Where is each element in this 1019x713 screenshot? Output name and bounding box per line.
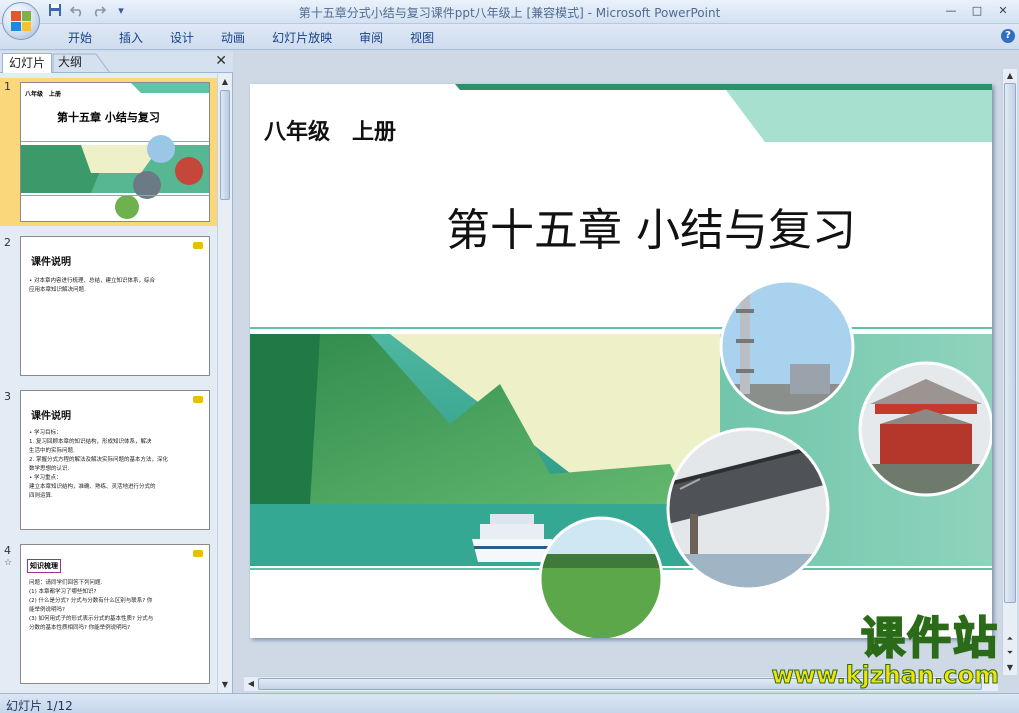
thumbnail-row[interactable]: 1 八年级 上册 第十五章 小结与复习 <box>0 78 218 226</box>
close-icon[interactable]: ✕ <box>991 2 1015 20</box>
current-slide[interactable]: 八年级 上册 第十五章 小结与复习 <box>250 84 992 638</box>
slides-pane: 幻灯片 大纲 ✕ 1 八年级 上册 第十五章 小结与复习 2 课件说明 • 对本… <box>0 51 233 693</box>
thumbnail-body: 问题：请同学们回答下列问题. (1) 本章都学习了哪些知识? (2) 什么是分式… <box>29 579 203 633</box>
slide-title[interactable]: 第十五章 小结与复习 <box>250 194 992 258</box>
slide-counter: 幻灯片 1/12 <box>6 699 73 713</box>
watermark-main: 课件站 <box>860 613 999 664</box>
slide-editor: 八年级 上册 第十五章 小结与复习 ▲ ⏶ ⏷ ▼ ◀ <box>236 51 1019 693</box>
thumbnail-title: 知识梳理 <box>27 559 61 573</box>
thumbnail-line: 能举例说明吗? <box>29 607 65 613</box>
thumbnail-title: 课件说明 <box>31 257 71 268</box>
thumbnail-row[interactable]: 3 课件说明 • 学习目标： 1. 复习回顾本章的知识结构，形成知识体系，解决 … <box>0 388 218 536</box>
thumbnail-row[interactable]: 2 课件说明 • 对本章内容进行梳理、总结，建立知识体系，综合 应用本章知识解决… <box>0 234 218 382</box>
pointer-icon <box>193 396 203 403</box>
thumbnail-row[interactable]: 4 ☆ 知识梳理 问题：请同学们回答下列问题. (1) 本章都学习了哪些知识? … <box>0 542 218 690</box>
thumbnail-line: • 学习目标： <box>29 430 62 436</box>
scroll-up-icon[interactable]: ▲ <box>219 76 231 88</box>
watermark: 课件站 www.kjzhan.com <box>771 613 999 689</box>
thumbnail-line: • 学习重点： <box>29 475 62 481</box>
thumbnail-slide-2[interactable]: 课件说明 • 对本章内容进行梳理、总结，建立知识体系，综合 应用本章知识解决问题… <box>20 236 210 376</box>
minimize-icon[interactable]: — <box>939 2 963 20</box>
thumbnail-body: • 学习目标： 1. 复习回顾本章的知识结构，形成知识体系，解决 生活中的实际问… <box>29 429 203 501</box>
thumbnail-line: 四则运算. <box>29 493 53 499</box>
scroll-down-icon[interactable]: ▼ <box>219 679 231 691</box>
office-logo-icon <box>11 11 31 31</box>
thumbnail-graphic <box>21 83 209 221</box>
thumbnail-line: 分数的基本性质相同吗? 你能举例说明吗? <box>29 625 131 631</box>
next-slide-icon[interactable]: ⏷ <box>1004 647 1016 659</box>
ribbon-tabs: 开始 插入 设计 动画 幻灯片放映 审阅 视图 <box>58 30 451 46</box>
thumbnail-line: 数学思想的认识. <box>29 466 70 472</box>
thumbnail-line: 建立本章知识结构，准确、熟练、灵活地进行分式的 <box>29 484 156 490</box>
thumbnail-number: 4 <box>4 544 11 557</box>
pointer-icon <box>193 550 203 557</box>
watermark-url: www.kjzhan.com <box>771 661 999 689</box>
thumbnail-line: (1) 本章都学习了哪些知识? <box>29 589 97 595</box>
thumbnail-title: 课件说明 <box>31 411 71 422</box>
outline-tab-shape <box>52 53 111 73</box>
tab-design[interactable]: 设计 <box>160 30 204 46</box>
tab-review[interactable]: 审阅 <box>349 30 393 46</box>
help-icon[interactable]: ? <box>1001 29 1015 43</box>
pane-tabs: 幻灯片 大纲 ✕ <box>0 51 233 73</box>
office-button[interactable] <box>2 2 40 40</box>
close-icon[interactable]: ✕ <box>215 53 227 69</box>
scroll-down-icon[interactable]: ▼ <box>1004 662 1016 674</box>
thumbnail-line: 应用本章知识解决问题. <box>29 287 86 293</box>
thumbnail-number: 2 <box>4 236 11 249</box>
slide-grade-label[interactable]: 八年级 上册 <box>264 114 396 146</box>
thumbnail-grade: 八年级 上册 <box>25 91 62 98</box>
window-title: 第十五章分式小结与复习课件ppt八年级上 [兼容模式] - Microsoft … <box>298 6 721 20</box>
thumbnail-number: 1 <box>4 80 11 93</box>
thumbnail-body: • 对本章内容进行梳理、总结，建立知识体系，综合 应用本章知识解决问题. <box>29 277 203 295</box>
animation-star-icon: ☆ <box>4 558 13 568</box>
window-controls: — □ ✕ <box>939 2 1015 20</box>
slide-scrollbar[interactable]: ▲ ⏶ ⏷ ▼ <box>1002 69 1017 675</box>
scrollbar-thumb[interactable] <box>220 90 230 200</box>
title-bar: ▾ 第十五章分式小结与复习课件ppt八年级上 [兼容模式] - Microsof… <box>0 0 1019 40</box>
thumbnail-number: 3 <box>4 390 11 403</box>
thumbnail-slide-1[interactable]: 八年级 上册 第十五章 小结与复习 <box>20 82 210 222</box>
thumbnail-list: 1 八年级 上册 第十五章 小结与复习 2 课件说明 • 对本章内容进行梳理、总… <box>0 74 218 693</box>
scrollbar-thumb[interactable] <box>1004 83 1016 603</box>
thumbnail-line: 生活中的实际问题. <box>29 448 75 454</box>
thumbnail-line: (2) 什么是分式? 分式与分数有什么区别与联系? 你 <box>29 598 153 604</box>
slide-background <box>250 84 992 638</box>
ribbon: 开始 插入 设计 动画 幻灯片放映 审阅 视图 ? <box>0 24 1019 50</box>
thumbnail-slide-3[interactable]: 课件说明 • 学习目标： 1. 复习回顾本章的知识结构，形成知识体系，解决 生活… <box>20 390 210 530</box>
thumbnail-title: 第十五章 小结与复习 <box>57 111 160 124</box>
tab-view[interactable]: 视图 <box>400 30 444 46</box>
thumbnail-line: 问题：请同学们回答下列问题. <box>29 580 103 586</box>
tab-slides[interactable]: 幻灯片 <box>2 53 53 73</box>
scroll-left-icon[interactable]: ◀ <box>245 678 257 690</box>
status-bar: 幻灯片 1/12 <box>0 693 1019 713</box>
thumbnail-line: (3) 如何用式子的形式表示分式的基本性质? 分式与 <box>29 616 154 622</box>
tab-slideshow[interactable]: 幻灯片放映 <box>262 30 342 46</box>
thumbnail-scrollbar[interactable]: ▲ ▼ <box>217 74 232 693</box>
thumbnail-slide-4[interactable]: 知识梳理 问题：请同学们回答下列问题. (1) 本章都学习了哪些知识? (2) … <box>20 544 210 684</box>
maximize-icon[interactable]: □ <box>965 2 989 20</box>
scroll-up-icon[interactable]: ▲ <box>1004 70 1016 82</box>
thumbnail-line: 1. 复习回顾本章的知识结构，形成知识体系，解决 <box>29 439 152 445</box>
tab-insert[interactable]: 插入 <box>109 30 153 46</box>
pointer-icon <box>193 242 203 249</box>
thumbnail-line: • 对本章内容进行梳理、总结，建立知识体系，综合 <box>29 278 155 284</box>
tab-home[interactable]: 开始 <box>58 30 102 46</box>
previous-slide-icon[interactable]: ⏶ <box>1004 633 1016 645</box>
thumbnail-line: 2. 掌握分式方程的解法及解决实际问题的基本方法，深化 <box>29 457 168 463</box>
tab-animations[interactable]: 动画 <box>211 30 255 46</box>
